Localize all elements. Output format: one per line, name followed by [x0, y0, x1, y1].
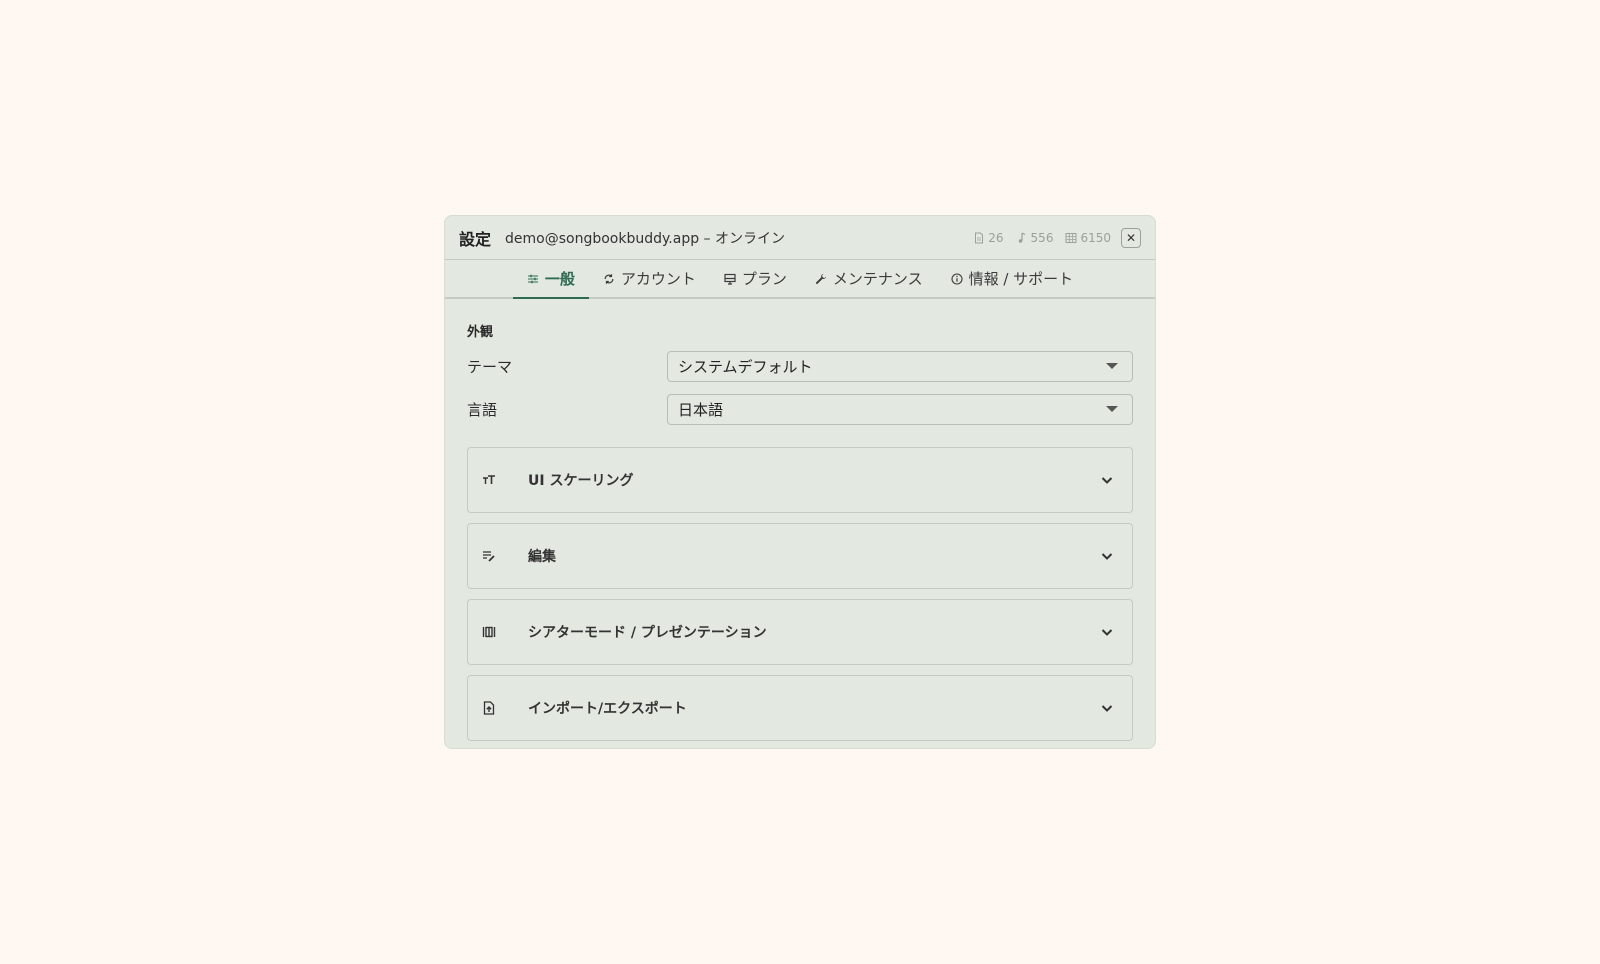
- tab-account[interactable]: アカウント: [589, 260, 710, 297]
- dialog-title: 設定: [459, 229, 492, 249]
- theme-row: テーマ システムデフォルト: [467, 350, 1133, 382]
- language-row: 言語 日本語: [467, 393, 1133, 425]
- close-icon: ✕: [1125, 230, 1137, 245]
- settings-dialog: 設定 demo@songbookbuddy.app – オンライン 26 556…: [444, 215, 1156, 749]
- accordion-import-export[interactable]: インポート/エクスポート: [467, 675, 1133, 741]
- tab-plan[interactable]: プラン: [710, 260, 801, 297]
- caret-down-icon: [1106, 363, 1118, 369]
- accordion-import-export-label: インポート/エクスポート: [528, 701, 687, 717]
- chevron-down-icon: [1101, 553, 1113, 560]
- theme-select[interactable]: システムデフォルト: [667, 350, 1133, 382]
- close-button[interactable]: ✕: [1121, 227, 1141, 248]
- tab-info-support[interactable]: 情報 / サポート: [937, 260, 1088, 297]
- dialog-header: 設定 demo@songbookbuddy.app – オンライン 26 556…: [445, 216, 1155, 260]
- documents-count: 26: [973, 230, 1004, 245]
- info-icon: [951, 272, 963, 285]
- chevron-down-icon: [1101, 477, 1113, 484]
- settings-accordions: UI スケーリング 編集 シアターモード / プレゼンテーション インポート/エ…: [467, 447, 1133, 741]
- songs-count-value: 556: [1030, 230, 1054, 245]
- documents-count-value: 26: [988, 230, 1004, 245]
- document-icon: [975, 232, 984, 243]
- text-size-icon: [483, 475, 495, 484]
- language-label: 言語: [467, 400, 498, 419]
- entries-count-value: 6150: [1080, 230, 1111, 245]
- sliders-icon: [527, 274, 538, 283]
- edit-lines-icon: [483, 551, 495, 562]
- settings-tabs: 一般 アカウント プラン メンテナンス 情報 / サポート: [445, 260, 1155, 299]
- accordion-ui-scaling-label: UI スケーリング: [528, 473, 634, 489]
- accordion-ui-scaling[interactable]: UI スケーリング: [467, 447, 1133, 513]
- accordion-editing-label: 編集: [528, 549, 556, 565]
- tab-plan-label: プラン: [741, 270, 787, 288]
- accordion-editing[interactable]: 編集: [467, 523, 1133, 589]
- tab-info-support-label: 情報 / サポート: [968, 270, 1074, 288]
- chevron-down-icon: [1101, 705, 1113, 712]
- tab-maintenance-label: メンテナンス: [832, 270, 923, 288]
- accordion-theater-mode[interactable]: シアターモード / プレゼンテーション: [467, 599, 1133, 665]
- appearance-section-title: 外観: [467, 325, 494, 340]
- tab-account-label: アカウント: [620, 270, 696, 288]
- stats-bar: 26 556 6150: [973, 231, 1111, 245]
- sync-icon: [604, 273, 614, 284]
- songs-count: 556: [1016, 230, 1054, 245]
- theme-select-value: システムデフォルト: [678, 357, 813, 376]
- language-select-value: 日本語: [678, 400, 724, 419]
- theme-label: テーマ: [467, 357, 513, 376]
- account-status: demo@songbookbuddy.app – オンライン: [505, 230, 785, 247]
- general-settings-panel: 外観 テーマ システムデフォルト 言語 日本語 UI スケーリング 編集 シアタ…: [445, 299, 1155, 741]
- tab-general-label: 一般: [544, 270, 575, 288]
- file-upload-icon: [483, 701, 495, 715]
- caret-down-icon: [1106, 406, 1118, 412]
- table-icon: [1065, 232, 1077, 243]
- wrench-icon: [815, 273, 826, 284]
- music-note-icon: [1018, 231, 1025, 243]
- theater-icon: [482, 626, 496, 638]
- tab-maintenance[interactable]: メンテナンス: [801, 260, 937, 297]
- accordion-theater-mode-label: シアターモード / プレゼンテーション: [528, 625, 767, 641]
- tab-general[interactable]: 一般: [512, 260, 589, 299]
- monitor-icon: [724, 273, 736, 285]
- language-select[interactable]: 日本語: [667, 393, 1133, 425]
- entries-count: 6150: [1065, 231, 1111, 245]
- chevron-down-icon: [1101, 629, 1113, 636]
